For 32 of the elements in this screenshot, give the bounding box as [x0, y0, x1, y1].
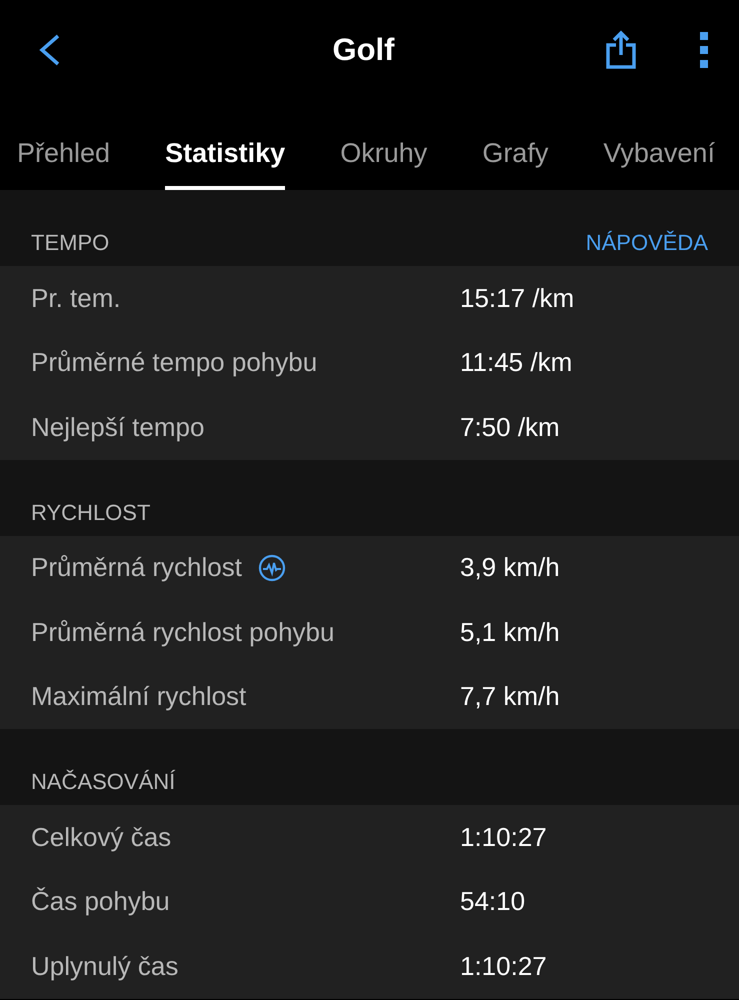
tab[interactable]: Přehled — [17, 100, 110, 190]
stat-value: 1:10:27 — [460, 822, 547, 853]
share-button[interactable] — [605, 30, 637, 70]
tab[interactable]: Grafy — [482, 100, 548, 190]
help-link[interactable]: NÁPOVĚDA — [586, 230, 708, 256]
stat-label: Pr. tem. — [31, 282, 121, 314]
stat-label: Nejlepší tempo — [31, 412, 204, 443]
stat-label: Průměrná rychlost — [31, 552, 242, 584]
stat-value: 5,1 km/h — [460, 616, 560, 648]
share-icon — [605, 30, 637, 70]
section-header: RYCHLOST — [31, 500, 150, 526]
stat-label: Maximální rychlost — [31, 681, 246, 712]
stat-value: 1:10:27 — [460, 950, 547, 982]
stat-value: 11:45 /km — [460, 347, 572, 378]
stat-label: Průměrné tempo pohybu — [31, 347, 318, 378]
more-icon — [699, 32, 709, 68]
tab[interactable]: Vybavení — [603, 100, 715, 190]
stat-value: 54:10 — [460, 886, 526, 918]
tab[interactable]: Okruhy — [340, 100, 428, 190]
stat-label: Celkový čas — [31, 822, 172, 853]
stat-label: Uplynulý čas — [31, 950, 178, 982]
stat-value: 7,7 km/h — [460, 681, 560, 712]
screen-title: Golf — [332, 32, 396, 68]
more-button[interactable] — [699, 32, 709, 68]
section-header: TEMPO — [31, 230, 110, 256]
waveform-icon[interactable] — [258, 554, 286, 582]
stat-label: Průměrná rychlost pohybu — [31, 616, 334, 648]
stat-value: 3,9 km/h — [460, 552, 560, 584]
stat-label: Čas pohybu — [31, 886, 170, 918]
stat-value: 15:17 /km — [460, 282, 574, 314]
section-header: NAČASOVÁNÍ — [31, 769, 176, 795]
stat-value: 7:50 /km — [460, 412, 560, 443]
